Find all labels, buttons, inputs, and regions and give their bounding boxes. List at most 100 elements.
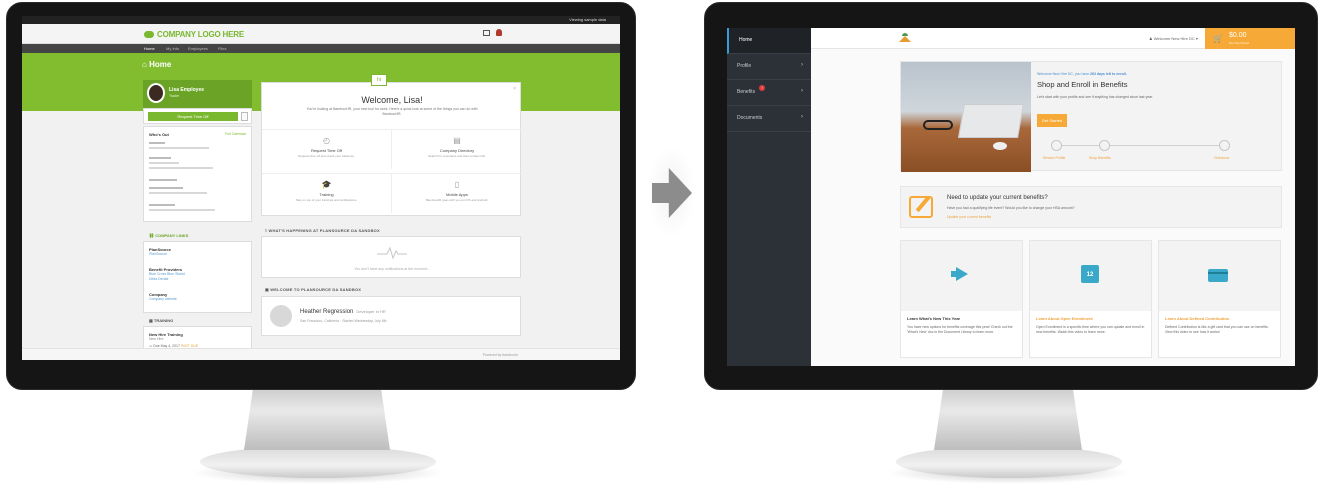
welcome-title: Welcome, Lisa! [361,95,423,105]
company-links-card: PlanSource PlanSource Benefit Providers … [143,241,252,313]
sidebar-item-documents[interactable]: Documents › [727,106,811,132]
whos-out-line [149,142,165,144]
new-hire-name: Heather Regression Developer in HR [300,309,386,315]
desk-photo [901,62,1031,172]
sidebar-item-label: Benefits [737,89,756,95]
step-shop-benefits-icon [1099,140,1110,151]
progress-line [1054,145,1229,146]
company-logo-text: COMPANY LOGO HERE [157,30,244,39]
card-whats-new[interactable]: Learn What's New This Year You have new … [900,240,1023,358]
profile-card[interactable]: Lisa Employee Trader [143,80,252,108]
tile-training[interactable]: 🎓 Training Stay on top of your trainings… [262,173,392,213]
card-title[interactable]: Learn About Open Enrollment [1036,316,1093,321]
hero-subtitle: Let's start with your profile and see if… [1037,95,1154,99]
request-time-off-button[interactable]: Request Time Off [148,112,238,121]
right-monitor-foot [896,446,1122,478]
edit-icon [909,196,933,218]
cart-period: Per Pay Period [1229,41,1250,45]
link-bcbs[interactable]: Blue Cross Blue Shield [149,272,185,276]
step-label-checkout[interactable]: Checkout [1214,156,1229,160]
company-logo[interactable]: COMPANY LOGO HERE [144,30,244,39]
whos-out-line [149,192,207,194]
tile-mobile-apps[interactable]: ▯ Mobile Apps BambooHR goes with you on … [392,173,522,213]
mobile-icon: ▯ [454,180,460,189]
new-hire-name-text: Heather Regression [300,309,354,315]
step-label-shop-benefits[interactable]: Shop Benefits [1089,156,1111,160]
training-title: TRAINING [153,318,174,323]
laptop-image [958,104,1024,138]
enroll-deadline-prefix: Welcome New Hire DC, you have [1037,72,1091,76]
logo-badge-icon [144,31,154,39]
new-hire-card[interactable]: Heather Regression Developer in HR San Fr… [261,296,521,336]
step-label-review-profile[interactable]: Review Profile [1043,156,1065,160]
viewing-sample-data-link[interactable]: Viewing sample data [569,17,606,22]
chevron-right-icon: › [801,88,803,94]
calculator-icon[interactable] [241,112,248,121]
sidebar-item-home[interactable]: Home [727,28,811,54]
tile-title: Training [319,192,334,197]
tile-title: Company Directory [439,148,475,153]
sidebar-item-label: Documents [737,115,763,121]
happening-label-text: WHAT'S HAPPENING AT PLANSOURCE DA SANDBO… [268,228,380,233]
step-checkout-icon [1219,140,1230,151]
card-defined-contribution[interactable]: Learn About Defined Contribution Defined… [1158,240,1281,358]
card-title[interactable]: Learn About Defined Contribution [1165,316,1229,321]
nav-home[interactable]: Home [144,46,155,51]
whos-out-line [149,179,177,181]
inbox-icon[interactable] [483,30,490,36]
cart-button[interactable]: 🛒 $0.00 Per Pay Period [1205,28,1295,49]
training-icon: 🎓 [321,180,332,189]
cart-amount: $0.00 [1229,32,1247,39]
company-logo-icon[interactable] [899,33,911,42]
nav-employees[interactable]: Employees [188,46,208,51]
card-description: Defined Contribution is like a gift card… [1165,325,1269,334]
tile-sub: BambooHR goes with you on iOS and Androi… [425,198,489,202]
new-hire-role: Developer in HR [356,309,386,314]
tile-sub: Request time off and check your balances… [298,154,355,158]
nav-files[interactable]: Files [218,46,226,51]
whos-out-line [149,204,175,206]
time-off-icon: ◴ [323,136,330,145]
shop-enroll-panel: Welcome New Hire DC, you have 263 days l… [900,61,1282,172]
training-sub: New Hire [149,337,164,341]
whos-out-line [149,167,213,169]
no-notifications-text: You don't have any notifications at the … [354,267,430,271]
get-started-button[interactable]: Get Started [1037,114,1067,127]
update-title: Need to update your current benefits? [947,195,1048,201]
user-menu-icon[interactable] [496,29,502,36]
hero-title: Shop and Enroll in Benefits [1037,80,1128,89]
nav-my-info[interactable]: My Info [166,46,179,51]
avatar [147,83,165,103]
time-off-bar: Request Time Off [143,108,252,124]
update-benefits-link[interactable]: Update your current benefits [947,215,991,219]
chevron-right-icon: › [801,114,803,120]
logo-bar: COMPANY LOGO HERE [22,24,620,44]
whos-out-line [149,147,209,149]
link-company-website[interactable]: Company website [149,297,177,301]
tile-title: Mobile Apps [446,192,468,197]
welcome-panel: × Welcome, Lisa! You're looking at Bambo… [261,82,522,216]
shopping-cart-icon: 🛒 [1213,34,1223,43]
sidebar-item-profile[interactable]: Profile › [727,54,811,80]
tile-company-directory[interactable]: ▤ Company Directory Search for coworkers… [392,129,522,169]
left-monitor-foot [200,446,436,478]
alert-badge: ! [759,85,765,91]
tile-request-time-off[interactable]: ◴ Request Time Off Request time off and … [262,129,392,169]
main-nav: Home My Info Employees Files [22,44,620,53]
link-plansource[interactable]: PlanSource [149,252,167,256]
user-menu[interactable]: ♟ Welcome New Hire DC ▾ [1149,36,1198,41]
sidebar-item-benefits[interactable]: Benefits ! › [727,80,811,106]
card-open-enrollment[interactable]: 12 Learn About Open Enrollment Open Enro… [1029,240,1152,358]
whos-out-line [149,162,179,164]
full-calendar-link[interactable]: Full Calendar [225,132,246,136]
transition-arrow [646,146,696,238]
link-delta-dental[interactable]: Delta Dental [149,277,168,281]
sidebar: Home Profile › Benefits ! › Documents › [727,28,811,366]
page-title: ⌂ Home [142,60,171,69]
top-bar: Viewing sample data [22,16,620,24]
profile-role: Trader [169,94,180,98]
welcome-to-label: ▣ WELCOME TO PLANSOURCE DA SANDBOX [265,287,361,292]
close-icon[interactable]: × [513,86,516,92]
card-image [901,241,1022,311]
right-screen-plansource: Home Profile › Benefits ! › Documents › … [727,28,1295,366]
